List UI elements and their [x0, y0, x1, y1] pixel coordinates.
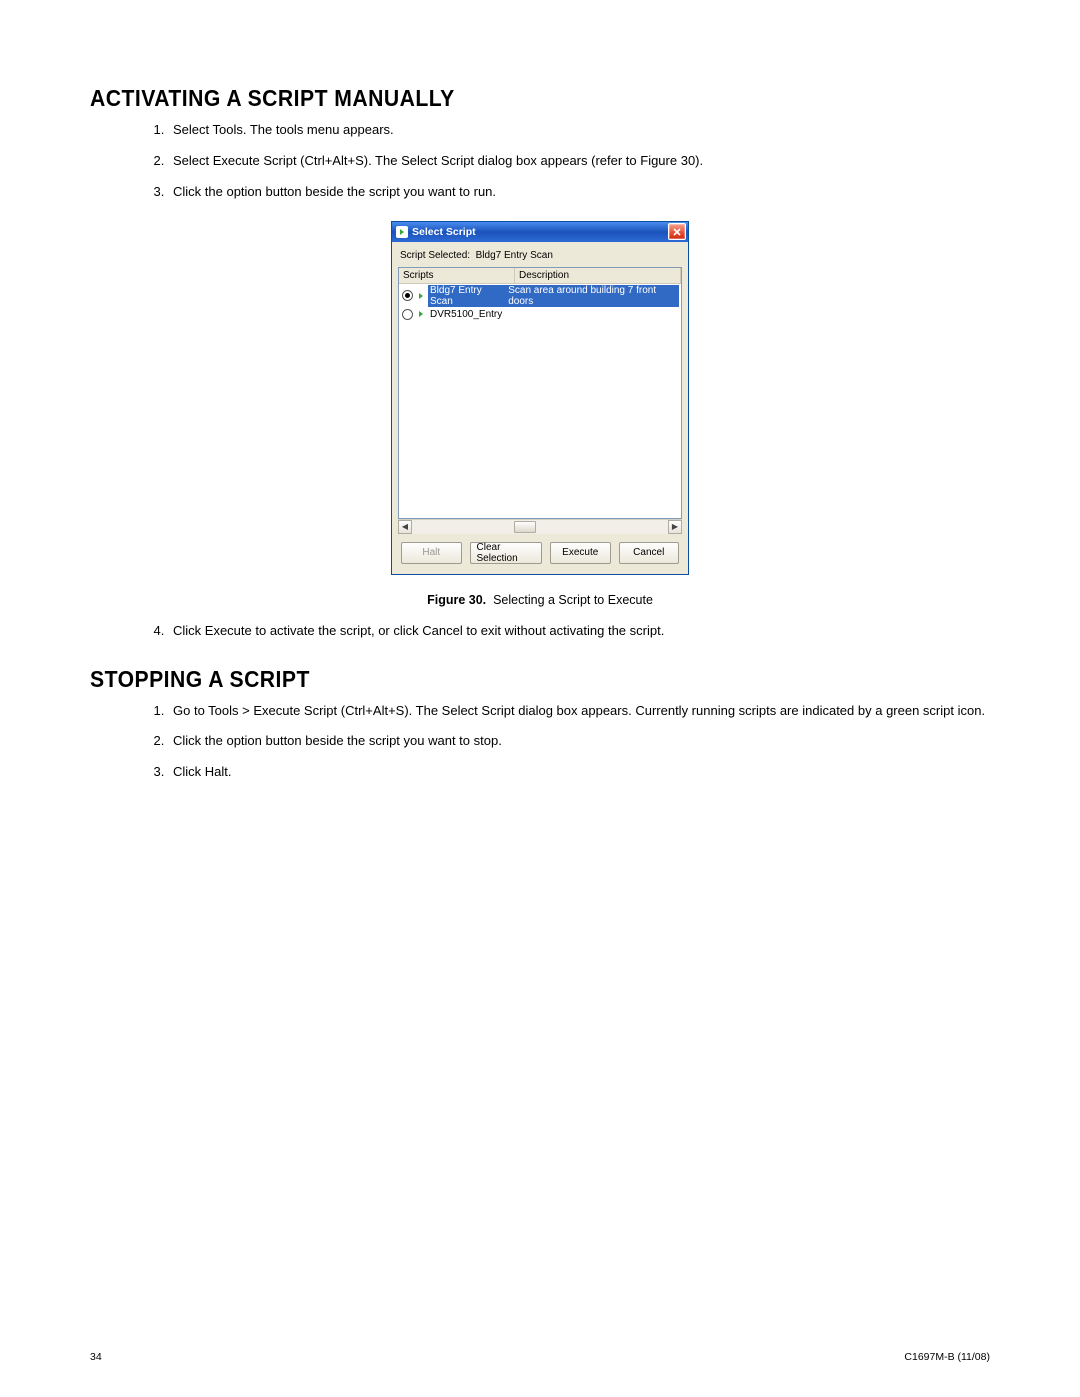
script-icon: [415, 309, 426, 319]
steps-activating-cont: Click Execute to activate the script, or…: [168, 623, 990, 640]
script-icon: [415, 291, 426, 301]
execute-button[interactable]: Execute: [550, 542, 611, 564]
doc-id: C1697M-B (11/08): [904, 1351, 990, 1363]
scroll-track[interactable]: [412, 520, 668, 534]
figure-caption: Figure 30. Selecting a Script to Execute: [90, 593, 990, 607]
selected-label: Script Selected:: [400, 250, 470, 261]
select-script-dialog: Select Script Script Selected: Bldg7 Ent…: [391, 221, 689, 575]
page-footer: 34 C1697M-B (11/08): [90, 1351, 990, 1363]
column-header-scripts[interactable]: Scripts: [399, 268, 515, 283]
clear-selection-button[interactable]: Clear Selection: [470, 542, 543, 564]
list-row[interactable]: DVR5100_Entry: [399, 308, 681, 321]
column-header-description[interactable]: Description: [515, 268, 681, 283]
step: Click Execute to activate the script, or…: [168, 623, 990, 640]
script-description: Scan area around building 7 front doors: [506, 285, 679, 307]
script-selected-label: Script Selected: Bldg7 Entry Scan: [400, 250, 682, 261]
script-list: Scripts Description Bldg7 Entry Scan Sca…: [398, 267, 682, 519]
script-name: Bldg7 Entry Scan: [428, 285, 506, 307]
page-number: 34: [90, 1351, 102, 1363]
script-icon: [396, 226, 408, 238]
dialog-title: Select Script: [412, 226, 476, 238]
list-header: Scripts Description: [399, 268, 681, 284]
heading-activating-script: ACTIVATING A SCRIPT MANUALLY: [90, 85, 918, 112]
cancel-button[interactable]: Cancel: [619, 542, 680, 564]
horizontal-scrollbar[interactable]: ◀ ▶: [398, 519, 682, 534]
heading-stopping-script: STOPPING A SCRIPT: [90, 666, 918, 693]
figure-label: Figure 30.: [427, 593, 486, 607]
dialog-titlebar: Select Script: [392, 222, 688, 242]
step: Click the option button beside the scrip…: [168, 733, 990, 750]
steps-activating: Select Tools. The tools menu appears. Se…: [168, 122, 990, 201]
step: Select Tools. The tools menu appears.: [168, 122, 990, 139]
halt-button[interactable]: Halt: [401, 542, 462, 564]
radio-button[interactable]: [402, 290, 413, 301]
radio-button[interactable]: [402, 309, 413, 320]
step: Select Execute Script (Ctrl+Alt+S). The …: [168, 153, 990, 170]
script-name: DVR5100_Entry: [428, 309, 504, 320]
list-row[interactable]: Bldg7 Entry Scan Scan area around buildi…: [399, 284, 681, 308]
step: Go to Tools > Execute Script (Ctrl+Alt+S…: [168, 703, 990, 720]
close-button[interactable]: [668, 223, 686, 240]
figure-title: Selecting a Script to Execute: [493, 593, 653, 607]
selected-value: Bldg7 Entry Scan: [476, 250, 553, 261]
step: Click Halt.: [168, 764, 990, 781]
step: Click the option button beside the scrip…: [168, 184, 990, 201]
scroll-thumb[interactable]: [514, 521, 536, 533]
steps-stopping: Go to Tools > Execute Script (Ctrl+Alt+S…: [168, 703, 990, 782]
scroll-right-icon[interactable]: ▶: [668, 520, 682, 534]
scroll-left-icon[interactable]: ◀: [398, 520, 412, 534]
